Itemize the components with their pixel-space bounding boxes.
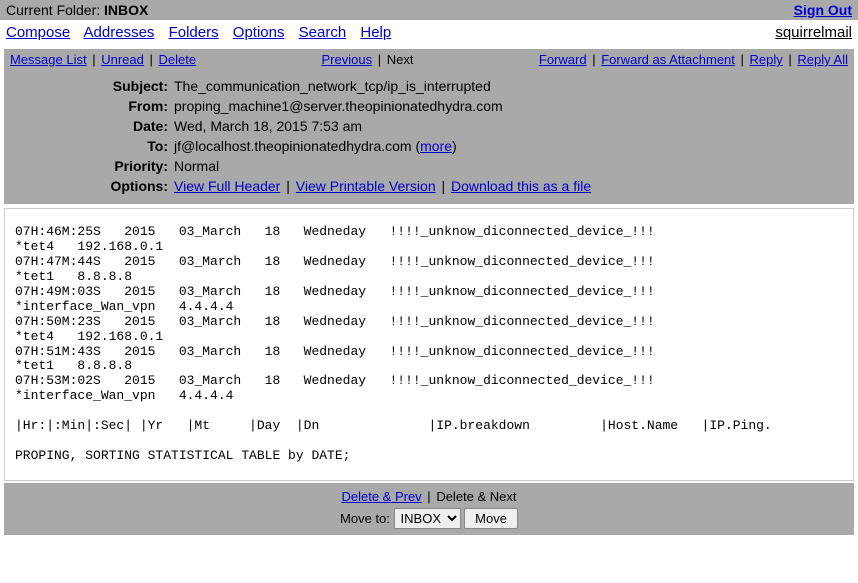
to-value: jf@localhost.theopinionatedhydra.com (mo… [174,138,850,154]
delete-next-text: Delete & Next [436,489,516,504]
nav-folders[interactable]: Folders [169,24,219,41]
message-body: 07H:46M:25S 2015 03_March 18 Wedneday !!… [4,208,854,481]
forward-link[interactable]: Forward [539,52,587,67]
next-text: Next [387,52,414,67]
unread-link[interactable]: Unread [101,52,144,67]
message-headers: Subject: The_communication_network_tcp/i… [4,70,854,204]
delete-link[interactable]: Delete [159,52,197,67]
nav-compose[interactable]: Compose [6,24,70,41]
from-value: proping_machine1@server.theopinionatedhy… [174,98,850,114]
top-bar: Current Folder: INBOX Sign Out [0,0,858,20]
download-link[interactable]: Download this as a file [451,178,591,194]
message-list-link[interactable]: Message List [10,52,87,67]
priority-value: Normal [174,158,850,174]
bottom-bar: Delete & Prev | Delete & Next Move to: I… [4,483,854,535]
to-label: To: [8,138,174,154]
delete-prev-link[interactable]: Delete & Prev [341,489,421,504]
date-value: Wed, March 18, 2015 7:53 am [174,118,850,134]
subject-value: The_communication_network_tcp/ip_is_inte… [174,78,850,94]
move-to-label: Move to: [340,511,390,526]
current-folder-label: Current Folder: [6,2,100,18]
date-label: Date: [8,118,174,134]
move-button[interactable]: Move [464,508,518,529]
nav-options[interactable]: Options [233,24,285,41]
view-printable-link[interactable]: View Printable Version [296,178,436,194]
view-full-header-link[interactable]: View Full Header [174,178,280,194]
sign-out-link[interactable]: Sign Out [794,2,852,18]
brand-link[interactable]: squirrelmail [775,24,852,41]
nav-search[interactable]: Search [299,24,347,41]
current-folder: Current Folder: INBOX [6,2,148,18]
priority-label: Priority: [8,158,174,174]
to-more-link[interactable]: more [420,138,452,154]
from-label: From: [8,98,174,114]
nav-addresses[interactable]: Addresses [84,24,155,41]
reply-link[interactable]: Reply [750,52,783,67]
move-to-select[interactable]: INBOX [394,508,461,529]
message-actions-bar: Message List | Unread | Delete Previous … [4,49,854,70]
subject-label: Subject: [8,78,174,94]
previous-link[interactable]: Previous [322,52,373,67]
nav-bar: Compose Addresses Folders Options Search… [0,20,858,45]
current-folder-name: INBOX [104,2,148,18]
nav-help[interactable]: Help [360,24,391,41]
options-label: Options: [8,178,174,194]
reply-all-link[interactable]: Reply All [797,52,848,67]
forward-attachment-link[interactable]: Forward as Attachment [601,52,735,67]
